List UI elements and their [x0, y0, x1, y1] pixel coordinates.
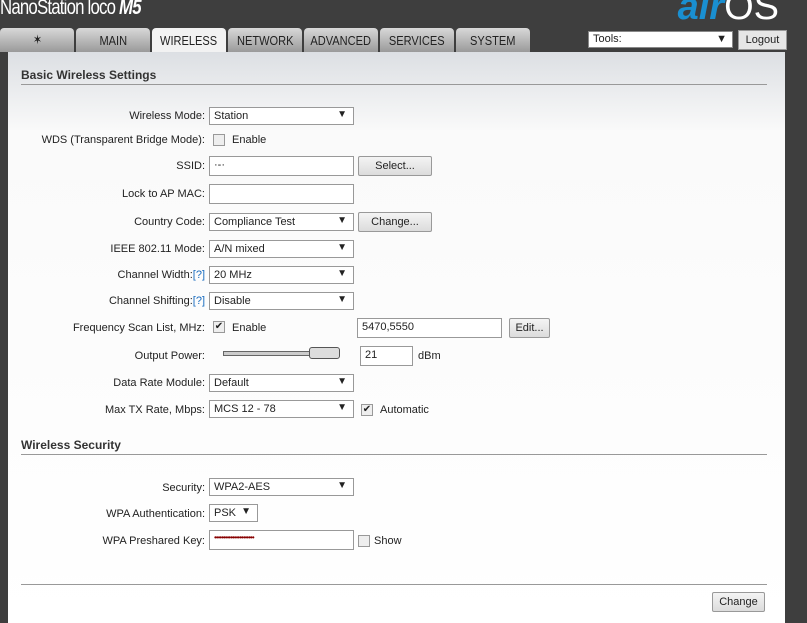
label: Wireless Mode: — [129, 110, 205, 122]
chevron-down-icon: ▼ — [337, 109, 347, 120]
label: Lock to AP MAC: — [122, 188, 205, 200]
label: Max TX Rate, Mbps: — [104, 404, 205, 416]
channel-width-select[interactable]: 20 MHz ▼ — [209, 266, 354, 284]
wireless-mode-select[interactable]: Station ▼ — [209, 107, 354, 125]
section-title: Basic Wireless Settings — [21, 68, 767, 85]
output-power-slider[interactable] — [223, 351, 313, 356]
help-link[interactable]: [?] — [193, 269, 205, 281]
max-tx-select[interactable]: MCS 12 - 78 ▼ — [209, 400, 354, 418]
tab-system[interactable]: SYSTEM — [456, 28, 530, 52]
change-button[interactable]: Change — [712, 592, 765, 612]
select-ssid-button[interactable]: Select... — [358, 156, 432, 176]
tab-services[interactable]: SERVICES — [380, 28, 454, 52]
product-logo: NanoStation loco M5 — [0, 0, 142, 19]
tab-main[interactable]: MAIN — [76, 28, 150, 52]
tab-network[interactable]: NETWORK — [228, 28, 302, 52]
chevron-down-icon: ▼ — [337, 294, 347, 305]
label: Frequency Scan List, MHz: — [72, 322, 205, 334]
tools-select[interactable]: Tools: ▼ — [588, 31, 733, 48]
unit-label: dBm — [418, 350, 441, 362]
wpa-auth-select[interactable]: PSK ▼ — [209, 504, 258, 522]
label: Show — [374, 535, 402, 547]
label: WPA Preshared Key: — [102, 535, 205, 547]
country-code-select[interactable]: Compliance Test ▼ — [209, 213, 354, 231]
chevron-down-icon: ▼ — [337, 242, 347, 253]
label: Enable — [232, 322, 267, 334]
ssid-input[interactable]: ·-· — [209, 156, 354, 176]
ieee-mode-select[interactable]: A/N mixed ▼ — [209, 240, 354, 258]
lock-ap-mac-input[interactable] — [209, 184, 354, 204]
chevron-down-icon: ▼ — [337, 376, 347, 387]
chevron-down-icon: ▼ — [716, 33, 727, 45]
label: Channel Width:[?] — [117, 269, 205, 281]
security-select[interactable]: WPA2-AES ▼ — [209, 478, 354, 496]
label: Country Code: — [134, 216, 205, 228]
label: WDS (Transparent Bridge Mode): — [41, 134, 205, 146]
section-title: Wireless Security — [21, 438, 767, 455]
ubiquiti-logo-icon: ✶ — [32, 32, 42, 47]
chevron-down-icon: ▼ — [337, 480, 347, 491]
airos-logo: airOS — [677, 0, 779, 28]
tab-logo[interactable]: ✶ — [0, 28, 74, 52]
label: Automatic — [380, 404, 429, 416]
slider-handle[interactable] — [309, 347, 340, 359]
change-country-button[interactable]: Change... — [358, 212, 432, 232]
chevron-down-icon: ▼ — [337, 268, 347, 279]
freq-scan-checkbox[interactable]: ✔ — [213, 321, 225, 333]
output-power-input[interactable]: 21 — [360, 346, 413, 366]
label: WPA Authentication: — [106, 508, 205, 520]
automatic-checkbox[interactable]: ✔ — [361, 404, 373, 416]
label: Data Rate Module: — [113, 377, 205, 389]
channel-shifting-select[interactable]: Disable ▼ — [209, 292, 354, 310]
wds-checkbox[interactable] — [213, 134, 225, 146]
chevron-down-icon: ▼ — [241, 506, 251, 517]
tab-advanced[interactable]: ADVANCED — [304, 28, 378, 52]
chevron-down-icon: ▼ — [337, 402, 347, 413]
label: Channel Shifting:[?] — [108, 295, 205, 307]
label: Enable — [232, 134, 267, 146]
label: Security: — [162, 482, 205, 494]
logout-button[interactable]: Logout — [738, 30, 787, 50]
label: IEEE 802.11 Mode: — [110, 243, 205, 255]
chevron-down-icon: ▼ — [337, 215, 347, 226]
label: SSID: — [176, 160, 205, 172]
content-panel: Basic Wireless Settings Wireless Mode: S… — [8, 52, 785, 623]
tab-wireless[interactable]: WIRELESS — [152, 28, 226, 52]
show-key-checkbox[interactable] — [358, 535, 370, 547]
data-rate-select[interactable]: Default ▼ — [209, 374, 354, 392]
divider — [21, 584, 767, 585]
freq-scan-input[interactable]: 5470,5550 — [357, 318, 502, 338]
help-link[interactable]: [?] — [193, 295, 205, 307]
edit-freq-button[interactable]: Edit... — [509, 318, 550, 338]
label: Output Power: — [134, 350, 205, 362]
psk-input[interactable]: •••••••••••••••••••••• — [209, 530, 354, 550]
